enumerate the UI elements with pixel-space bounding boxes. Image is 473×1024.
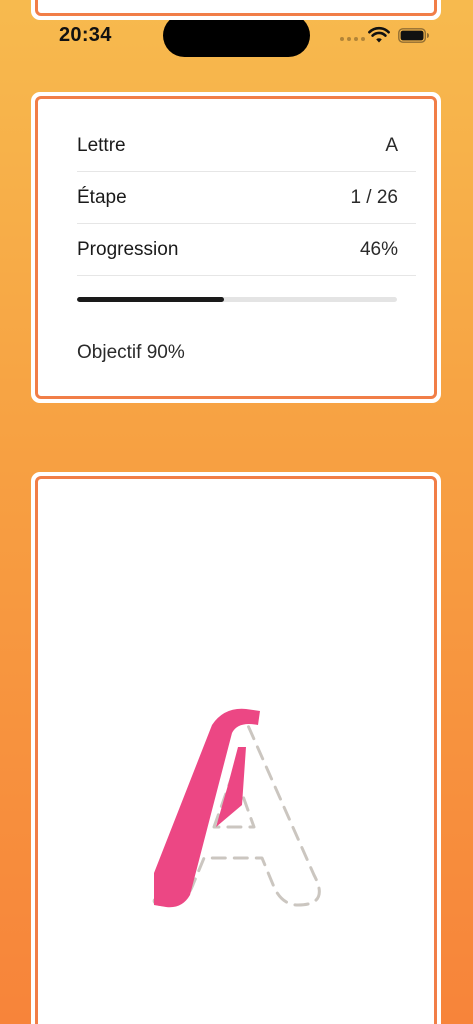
progress-bar-fill [77,297,225,302]
letter-tracing-canvas[interactable] [31,472,441,1024]
status-time: 20:34 [59,24,112,46]
letter-traced-stroke [154,708,260,908]
progress-label: Progression [77,238,179,260]
letter-value: A [385,134,398,156]
wifi-icon [368,26,390,43]
step-label: Étape [77,186,127,208]
info-list: Lettre A Étape 1 / 26 Progression 46% [77,120,416,276]
info-row-letter: Lettre A [77,120,416,172]
letter-info-card: Lettre A Étape 1 / 26 Progression 46% Ob… [31,92,441,403]
previous-card-peek [31,0,441,20]
battery-icon [398,28,429,43]
signal-dots-icon [340,37,365,41]
goal-text: Objectif 90% [77,342,185,363]
traced-left-leg [154,708,260,908]
dynamic-island [163,14,310,57]
info-row-step: Étape 1 / 26 [77,172,416,224]
info-row-progress: Progression 46% [77,224,416,276]
progress-value: 46% [359,238,398,260]
letter-label: Lettre [77,134,126,156]
progress-bar [77,297,397,302]
step-value: 1 / 26 [350,186,398,208]
letter-trace-drawing[interactable] [34,475,438,1024]
